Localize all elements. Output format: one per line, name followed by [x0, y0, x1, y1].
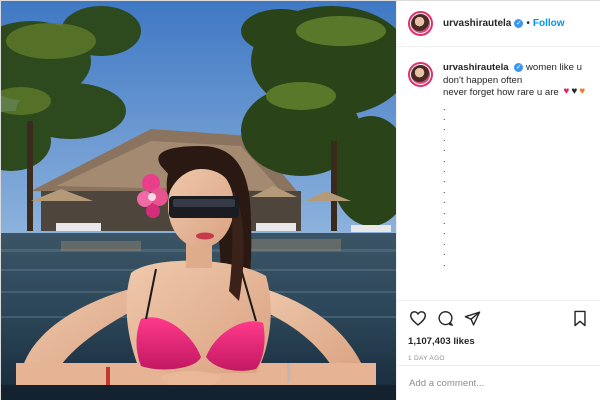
instagram-post: urvashirautela ✓ • Follow urvashirautela…	[0, 0, 600, 400]
dot-line: .	[443, 215, 446, 226]
comments-section: urvashirautela ✓ women like u don't happ…	[397, 48, 600, 300]
heart-outline-icon[interactable]	[408, 308, 428, 328]
post-actions: 1,107,403 likes 1 DAY AGO	[397, 300, 600, 363]
share-send-icon[interactable]	[462, 308, 482, 328]
verified-badge-icon: ✓	[514, 19, 524, 28]
dot-line: .	[443, 174, 446, 185]
follow-button[interactable]: Follow	[533, 18, 565, 29]
caption-line-2: never forget how rare u are	[443, 87, 559, 98]
dot-line: .	[443, 101, 446, 112]
add-comment-bar	[397, 365, 600, 400]
dot-line: .	[443, 132, 446, 143]
red-heart-icon: ♥	[563, 86, 570, 98]
action-icons-row	[408, 308, 591, 328]
dot-line: .	[443, 236, 446, 247]
orange-heart-icon: ♥	[579, 86, 586, 98]
pool-scene-image	[1, 1, 396, 400]
dot-line: .	[443, 247, 446, 258]
dot-line: .	[443, 205, 446, 216]
header-username[interactable]: urvashirautela	[443, 18, 511, 29]
caption-text: urvashirautela ✓ women like u don't happ…	[443, 62, 592, 268]
likes-count[interactable]: 1,107,403 likes	[408, 336, 591, 347]
dot-line: .	[443, 153, 446, 164]
bookmark-icon[interactable]	[570, 308, 590, 328]
post-header: urvashirautela ✓ • Follow	[397, 1, 600, 47]
profile-avatar[interactable]	[408, 11, 433, 36]
dot-line: .	[443, 195, 446, 206]
post-timestamp[interactable]: 1 DAY AGO	[408, 355, 591, 362]
black-heart-icon: ♥	[571, 86, 578, 98]
dot-line: .	[443, 143, 446, 154]
caption-dot-lines: . . . . . . . . . . . . . . . .	[443, 102, 592, 269]
post-photo[interactable]	[1, 1, 396, 400]
dot-line: .	[443, 184, 446, 195]
caption-comment: urvashirautela ✓ women like u don't happ…	[408, 62, 592, 268]
caption-avatar[interactable]	[408, 62, 433, 87]
caption-username[interactable]: urvashirautela	[443, 62, 509, 73]
dot-line: .	[443, 122, 446, 133]
dot-line: .	[443, 226, 446, 237]
dot-line: .	[443, 257, 446, 268]
header-separator: •	[526, 18, 530, 29]
heart-emojis: ♥ ♥ ♥	[563, 87, 585, 97]
dot-line: .	[443, 111, 446, 122]
comment-bubble-icon[interactable]	[435, 308, 455, 328]
dot-line: .	[443, 163, 446, 174]
verified-badge-icon: ✓	[514, 62, 524, 72]
post-side-panel: urvashirautela ✓ • Follow urvashirautela…	[396, 1, 600, 400]
comment-input[interactable]	[409, 378, 569, 389]
